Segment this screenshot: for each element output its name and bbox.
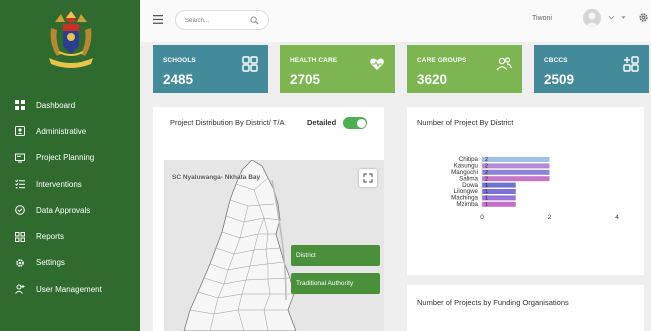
sidebar-item-label: User Management (36, 284, 102, 294)
sidebar-item-label: Project Planning (36, 153, 95, 163)
top-bar: Tiwoni (140, 0, 651, 42)
card-value: 2509 (544, 72, 575, 87)
coat-of-arms-logo (49, 11, 93, 68)
id-card-icon (14, 125, 26, 137)
card-label: CARE GROUPS (417, 57, 467, 64)
monitor-icon (14, 152, 26, 164)
project-distribution-panel: Project Distribution By District/ T/A De… (153, 107, 384, 331)
sidebar-item-settings[interactable]: Settings (0, 250, 140, 276)
projects-by-district-panel: Number of Project By District Chitipa 2 Ka… (407, 107, 644, 275)
sidebar-item-label: Data Approvals (36, 205, 91, 215)
sidebar-item-project-planning[interactable]: Project Planning (0, 145, 140, 171)
panel-title: Project Distribution By District/ T/A (170, 118, 285, 127)
sidebar-nav: Dashboard Administrative Project Plannin… (0, 92, 140, 302)
bar[interactable] (482, 169, 550, 175)
sidebar-item-data-approvals[interactable]: Data Approvals (0, 197, 140, 223)
user-avatar-icon (585, 12, 599, 27)
sidebar-item-label: Reports (36, 232, 65, 242)
x-tick-label: 0 (480, 214, 484, 221)
projects-by-district-chart: Chitipa 2Kasungu 2Mangochi 2Salima 2Dowa 1Lil… (451, 155, 619, 221)
x-tick-label: 4 (615, 214, 619, 221)
search-input[interactable] (185, 15, 247, 26)
sidebar-item-administrative[interactable]: Administrative (0, 118, 140, 144)
toggle-knob (356, 118, 366, 128)
chevron-down-icon[interactable] (608, 14, 615, 21)
card-label: CBCCS (544, 57, 568, 64)
sidebar: Dashboard Administrative Project Plannin… (0, 0, 140, 331)
stat-card-cbccs[interactable]: CBCCS 2509 (534, 45, 649, 93)
card-value: 2485 (163, 72, 194, 87)
detailed-toggle-label: Detailed (307, 118, 337, 127)
category-label: Mzimba (456, 201, 478, 208)
bar-data-label: 1 (485, 202, 488, 208)
bar[interactable] (482, 176, 550, 182)
district-map[interactable]: SC Nyaluwanga- Nkhata Bay District Tradi… (164, 160, 384, 331)
dashboard-icon (14, 99, 26, 111)
sidebar-item-label: Dashboard (36, 100, 76, 110)
sidebar-item-label: Administrative (36, 126, 87, 136)
search-box (175, 10, 269, 30)
sidebar-item-label: Interventions (36, 179, 82, 189)
funding-organisations-panel: Number of Projects by Funding Organisati… (407, 285, 644, 331)
bar[interactable] (482, 157, 550, 162)
user-plus-icon (14, 283, 26, 295)
sidebar-item-interventions[interactable]: Interventions (0, 171, 140, 197)
bar-data-label: 1 (485, 189, 488, 195)
x-tick-label: 2 (548, 214, 552, 221)
sidebar-item-dashboard[interactable]: Dashboard (0, 92, 140, 118)
list-check-icon (14, 178, 26, 190)
bar-data-label: 2 (485, 170, 488, 176)
hamburger-menu-icon[interactable] (153, 15, 163, 24)
card-label: HEALTH CARE (290, 57, 338, 64)
bar-data-label: 1 (485, 183, 488, 189)
search-icon[interactable] (250, 16, 259, 25)
card-value: 2705 (290, 72, 321, 87)
district-button[interactable]: District (291, 245, 380, 266)
grid-add-icon (623, 56, 639, 72)
settings-gear-icon[interactable] (638, 12, 649, 23)
bar[interactable] (482, 163, 550, 169)
username-label[interactable]: Tiwoni (532, 15, 552, 22)
bar-data-label: 1 (485, 196, 488, 202)
bar-data-label: 2 (485, 157, 488, 163)
school-grid-icon (242, 56, 258, 72)
detailed-toggle[interactable] (343, 117, 367, 129)
sidebar-item-user-management[interactable]: User Management (0, 276, 140, 302)
shield-check-icon (14, 204, 26, 216)
map-location-caption: SC Nyaluwanga- Nkhata Bay (172, 174, 261, 181)
sidebar-item-reports[interactable]: Reports (0, 223, 140, 249)
card-label: SCHOOLS (163, 57, 196, 64)
stat-card-schools[interactable]: SCHOOLS 2485 (153, 45, 268, 93)
grid-plus-icon (14, 231, 26, 243)
caret-down-icon[interactable] (620, 14, 627, 21)
expand-icon (363, 173, 373, 183)
stat-card-care-groups[interactable]: CARE GROUPS 3620 (407, 45, 522, 93)
sidebar-item-label: Settings (36, 258, 65, 268)
stat-card-health-care[interactable]: HEALTH CARE 2705 (280, 45, 395, 93)
fullscreen-button[interactable] (359, 169, 377, 187)
bar-data-label: 2 (485, 176, 488, 182)
traditional-authority-button[interactable]: Traditional Authority (291, 273, 380, 294)
group-icon (496, 57, 512, 71)
heart-pulse-icon (370, 58, 384, 70)
gear-icon (14, 257, 26, 269)
avatar[interactable] (583, 9, 601, 27)
card-value: 3620 (417, 72, 448, 87)
panel-title: Number of Projects by Funding Organisati… (417, 298, 569, 307)
bar-data-label: 2 (485, 164, 488, 170)
